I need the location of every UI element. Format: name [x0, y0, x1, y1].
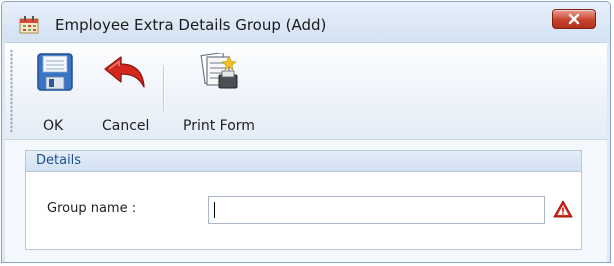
group-name-input[interactable]	[208, 196, 545, 224]
ok-label: OK	[43, 118, 64, 134]
toolbar-separator	[163, 65, 164, 111]
warning-icon	[553, 200, 573, 218]
details-title: Details	[36, 153, 82, 168]
cancel-button[interactable]: Cancel	[89, 47, 155, 137]
close-button[interactable]	[552, 9, 596, 29]
cancel-label: Cancel	[102, 118, 150, 134]
details-header: Details	[26, 151, 581, 172]
dialog-window: Employee Extra Details Group (Add) OK Ca…	[1, 1, 611, 263]
close-icon	[568, 13, 580, 25]
toolbar: OK Cancel Print Form	[5, 42, 607, 139]
undo-arrow-icon	[104, 56, 145, 88]
title-bar: Employee Extra Details Group (Add)	[2, 2, 610, 42]
print-form-button[interactable]: Print Form	[175, 47, 265, 137]
text-caret	[214, 202, 215, 218]
content-area: Details Group name :	[5, 139, 607, 262]
details-group: Details Group name :	[25, 150, 582, 250]
print-form-label: Print Form	[183, 118, 255, 134]
group-name-label: Group name :	[47, 201, 137, 216]
print-form-icon	[200, 53, 238, 89]
calendar-icon	[19, 16, 39, 34]
save-disk-icon	[37, 53, 73, 91]
ok-button[interactable]: OK	[29, 47, 79, 137]
window-title: Employee Extra Details Group (Add)	[55, 16, 327, 34]
toolbar-grip[interactable]	[10, 49, 13, 133]
